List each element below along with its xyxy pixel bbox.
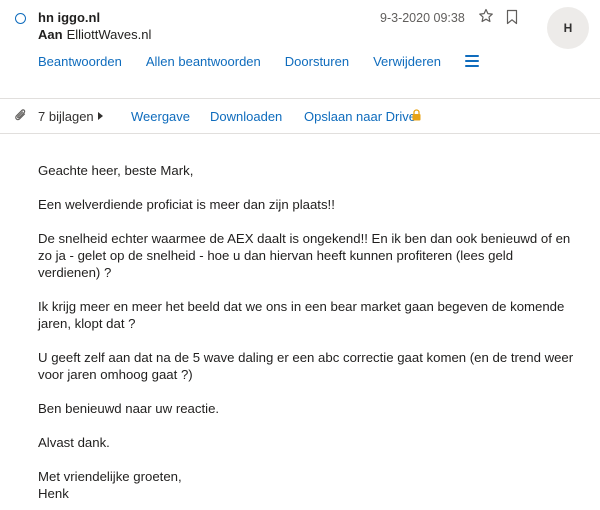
body-paragraph: Ben benieuwd naar uw reactie.: [38, 401, 220, 416]
signature: Henk: [38, 486, 69, 501]
message-date: 9-3-2020 09:38: [380, 11, 465, 25]
divider: [0, 98, 600, 99]
view-attachments-link[interactable]: Weergave: [131, 109, 190, 124]
recipient-row: Aan ElliottWaves.nl: [38, 27, 151, 42]
sender-avatar[interactable]: H: [547, 7, 589, 49]
more-actions-menu-icon[interactable]: [465, 55, 480, 67]
bookmark-icon[interactable]: [505, 9, 519, 25]
body-paragraph: U geeft zelf aan dat na de 5 wave daling…: [38, 350, 574, 382]
delete-button[interactable]: Verwijderen: [373, 54, 441, 69]
recipient-address[interactable]: ElliottWaves.nl: [67, 27, 152, 42]
greeting: Geachte heer, beste Mark,: [38, 163, 194, 178]
closing: Met vriendelijke groeten,: [38, 469, 182, 484]
lock-icon: [412, 109, 421, 121]
body-paragraph: Een welverdiende proficiat is meer dan z…: [38, 197, 335, 212]
expand-caret-icon[interactable]: [98, 112, 103, 120]
message-actions: Beantwoorden Allen beantwoorden Doorstur…: [38, 52, 480, 70]
paperclip-icon: [15, 109, 26, 121]
body-paragraph: Ik krijg meer en meer het beeld dat we o…: [38, 299, 565, 331]
body-paragraph: De snelheid echter waarmee de AEX daalt …: [38, 231, 571, 280]
sender-address[interactable]: hn iggo.nl: [38, 10, 100, 25]
to-label: Aan: [38, 27, 63, 42]
save-to-drive-link[interactable]: Opslaan naar Drive: [304, 109, 416, 124]
unread-indicator-icon[interactable]: [15, 13, 26, 24]
attachments-bar: 7 bijlagen Weergave Downloaden Opslaan n…: [0, 105, 600, 127]
message-header: hn iggo.nl Aan ElliottWaves.nl 9-3-2020 0…: [0, 0, 600, 80]
reply-all-button[interactable]: Allen beantwoorden: [146, 54, 261, 69]
download-attachments-link[interactable]: Downloaden: [210, 109, 282, 124]
star-icon[interactable]: [478, 8, 494, 24]
reply-button[interactable]: Beantwoorden: [38, 54, 122, 69]
forward-button[interactable]: Doorsturen: [285, 54, 349, 69]
message-body: Geachte heer, beste Mark, Een welverdien…: [38, 162, 578, 502]
body-paragraph: Alvast dank.: [38, 435, 110, 450]
attachments-count[interactable]: 7 bijlagen: [38, 109, 94, 124]
divider: [0, 133, 600, 134]
